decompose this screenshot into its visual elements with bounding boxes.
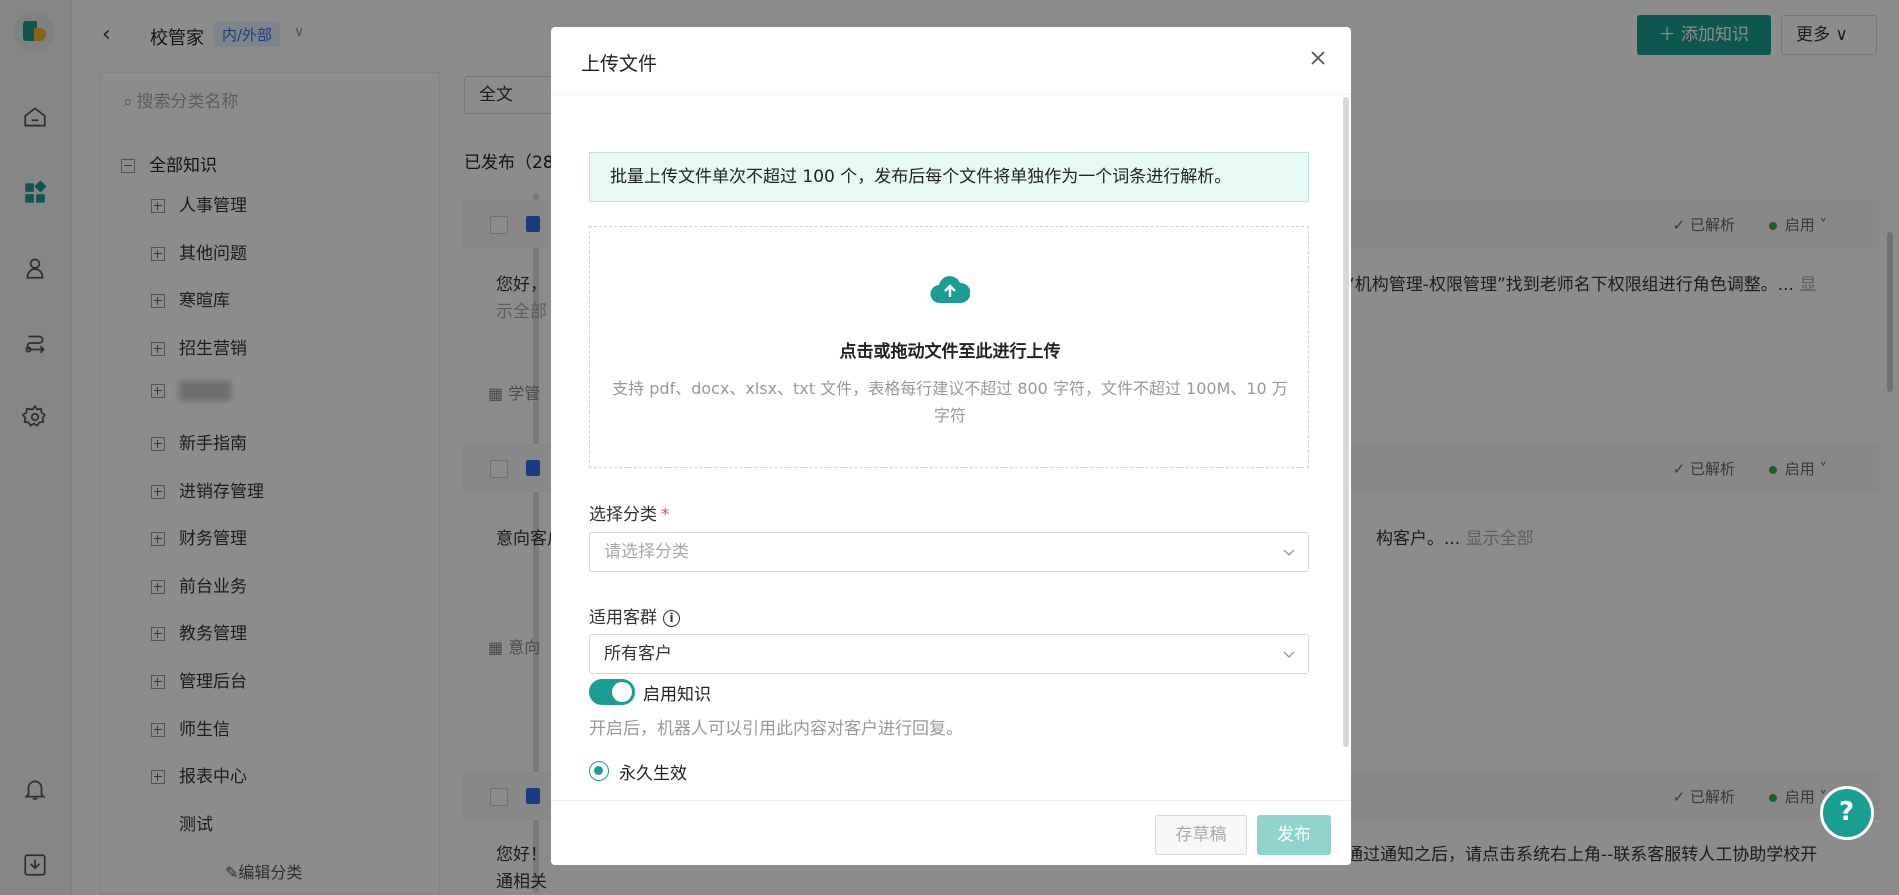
permanent-radio-label: 永久生效 [619, 764, 687, 784]
help-chat-button[interactable] [1820, 786, 1874, 840]
info-icon[interactable]: i [663, 609, 680, 627]
upload-file-dialog: 上传文件 批量上传文件单次不超过 100 个，发布后每个文件将单独作为一个词条进… [551, 27, 1351, 865]
enable-knowledge-label: 启用知识 [643, 685, 711, 705]
cloud-upload-icon [930, 273, 971, 305]
enable-knowledge-toggle[interactable] [589, 679, 635, 705]
publish-button[interactable]: 发布 [1257, 815, 1331, 855]
dropzone-title: 点击或拖动文件至此进行上传 [839, 342, 1061, 362]
audience-value: 所有客户 [604, 644, 672, 664]
upload-notice: 批量上传文件单次不超过 100 个，发布后每个文件将单独作为一个词条进行解析。 [589, 152, 1309, 202]
audience-select[interactable]: 所有客户 [589, 634, 1309, 674]
category-label-text: 选择分类 [589, 505, 657, 525]
category-field-label: 选择分类 * [589, 500, 670, 525]
audience-field-label: 适用客群 i [589, 603, 680, 628]
dialog-header: 上传文件 [551, 27, 1351, 95]
dialog-title: 上传文件 [581, 53, 658, 75]
dialog-body: 批量上传文件单次不超过 100 个，发布后每个文件将单独作为一个词条进行解析。 … [551, 96, 1351, 826]
audience-label-text: 适用客群 [589, 608, 657, 628]
category-select[interactable]: 请选择分类 [589, 532, 1309, 572]
upload-dropzone[interactable]: 点击或拖动文件至此进行上传 支持 pdf、docx、xlsx、txt 文件，表格… [589, 226, 1309, 468]
close-icon[interactable] [1307, 47, 1329, 69]
chevron-down-icon [1283, 651, 1295, 658]
enable-knowledge-desc: 开启后，机器人可以引用此内容对客户进行回复。 [589, 719, 963, 739]
dialog-scrollbar[interactable] [1343, 97, 1349, 747]
permanent-radio[interactable] [589, 761, 609, 781]
chevron-down-icon [1283, 549, 1295, 556]
dropzone-hint: 支持 pdf、docx、xlsx、txt 文件，表格每行建议不超过 800 字符… [612, 379, 1288, 425]
dialog-footer: 存草稿 发布 [551, 800, 1351, 865]
category-placeholder: 请选择分类 [604, 542, 689, 562]
save-draft-button[interactable]: 存草稿 [1155, 815, 1247, 855]
required-marker: * [661, 505, 670, 525]
